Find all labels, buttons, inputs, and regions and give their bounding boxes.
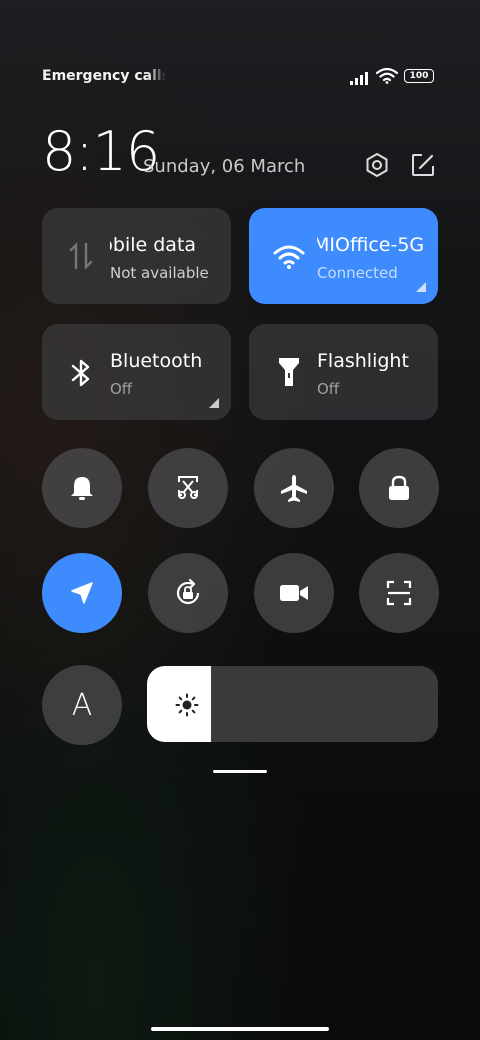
screenshot-icon xyxy=(178,476,198,499)
tile-wifi[interactable]: MIOffice-5G Connected xyxy=(249,208,438,304)
battery-level: 100 xyxy=(409,71,429,81)
toggle-lock-screen[interactable] xyxy=(359,448,439,528)
brightness-icon xyxy=(175,693,199,721)
scan-icon xyxy=(386,580,412,606)
flashlight-icon xyxy=(277,356,301,392)
toggle-silent[interactable] xyxy=(42,448,122,528)
toggle-location[interactable] xyxy=(42,553,122,633)
signal-icon xyxy=(350,70,372,89)
rotation-lock-icon xyxy=(176,578,200,605)
toggle-screen-recorder[interactable] xyxy=(254,553,334,633)
panel-drag-handle[interactable] xyxy=(213,770,267,773)
location-icon xyxy=(71,582,93,604)
settings-icon[interactable] xyxy=(364,152,390,182)
wifi-icon xyxy=(273,244,305,274)
clock: 8:16 xyxy=(42,120,160,183)
status-carrier-text: Emergency calls o xyxy=(42,68,166,84)
edit-icon[interactable] xyxy=(410,152,436,182)
wifi-status-icon xyxy=(375,67,399,88)
tile-bluetooth[interactable]: Bluetooth Off xyxy=(42,324,231,420)
tile-title: Bluetooth xyxy=(110,350,203,372)
tile-mobile-data[interactable]: lobile data Not available xyxy=(42,208,231,304)
auto-brightness-label: A xyxy=(71,687,93,723)
toggle-rotation-lock[interactable] xyxy=(148,553,228,633)
tile-subtitle: Off xyxy=(110,380,133,398)
toggle-screenshot[interactable] xyxy=(148,448,228,528)
lock-icon xyxy=(389,475,409,500)
tile-subtitle: Connected xyxy=(317,264,398,282)
bluetooth-icon xyxy=(70,358,92,392)
home-indicator[interactable] xyxy=(151,1027,329,1031)
tile-title: lobile data xyxy=(110,234,197,256)
mobile-data-icon xyxy=(68,242,94,274)
airplane-icon xyxy=(281,475,307,502)
date: Sunday, 06 March xyxy=(143,156,306,177)
tile-flashlight[interactable]: Flashlight Off xyxy=(249,324,438,420)
battery-icon: 100 xyxy=(404,69,434,83)
expand-corner-icon[interactable] xyxy=(209,398,219,408)
toggle-scanner[interactable] xyxy=(359,553,439,633)
toggle-airplane[interactable] xyxy=(254,448,334,528)
expand-corner-icon[interactable] xyxy=(416,282,426,292)
auto-brightness-button[interactable]: A xyxy=(42,665,122,745)
tile-title: MIOffice-5G xyxy=(317,234,425,256)
brightness-slider[interactable] xyxy=(147,666,438,742)
video-icon xyxy=(280,585,308,601)
tile-title: Flashlight xyxy=(317,350,409,372)
tile-subtitle: Not available xyxy=(110,264,209,282)
tile-subtitle: Off xyxy=(317,380,340,398)
bell-icon xyxy=(71,477,93,500)
